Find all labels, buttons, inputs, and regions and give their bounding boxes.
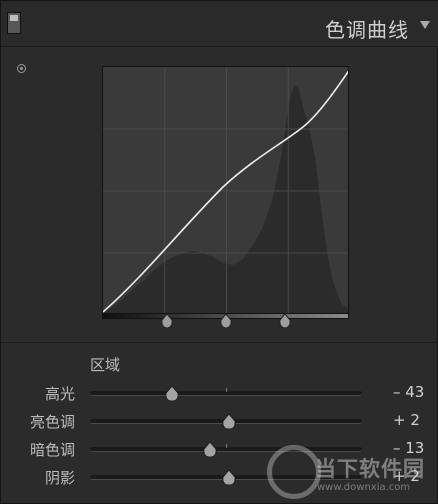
highlights-slider-track[interactable] — [90, 388, 362, 396]
watermark-brand: 当下软件园 — [315, 457, 425, 481]
split-handle-icon[interactable] — [278, 313, 292, 329]
slider-thumb-icon[interactable] — [202, 441, 218, 458]
highlights-label: 高光 — [44, 385, 75, 403]
watermark-url: www.downxia.com — [317, 482, 411, 493]
highlights-value[interactable]: – 43 — [393, 383, 424, 401]
target-adjust-icon[interactable] — [17, 64, 26, 73]
section-divider — [1, 342, 438, 343]
panel-title: 色调曲线 — [325, 18, 409, 42]
slider-thumb-icon[interactable] — [164, 385, 180, 402]
tone-curve-panel: 色调曲线 区域 高光 – 43 亮色调 + 2 暗色调 – 13 阴影 + 2 … — [0, 0, 438, 504]
split-handle-icon[interactable] — [219, 313, 233, 329]
slider-thumb-icon[interactable] — [221, 413, 237, 430]
collapse-toggle-icon[interactable] — [7, 12, 21, 34]
panel-header[interactable]: 色调曲线 — [1, 1, 438, 47]
slider-thumb-icon[interactable] — [221, 469, 237, 486]
watermark-logo-icon — [267, 445, 321, 499]
split-handle-icon[interactable] — [160, 313, 174, 329]
collapse-triangle-icon[interactable] — [420, 21, 430, 29]
curve-graph[interactable] — [102, 66, 349, 314]
watermark: 当下软件园 www.downxia.com — [263, 441, 438, 504]
shadows-label: 阴影 — [44, 469, 75, 487]
curve-svg — [103, 67, 348, 313]
darks-label: 暗色调 — [29, 441, 75, 459]
lights-label: 亮色调 — [29, 413, 75, 431]
region-label: 区域 — [90, 356, 121, 374]
lights-value[interactable]: + 2 — [393, 411, 420, 429]
